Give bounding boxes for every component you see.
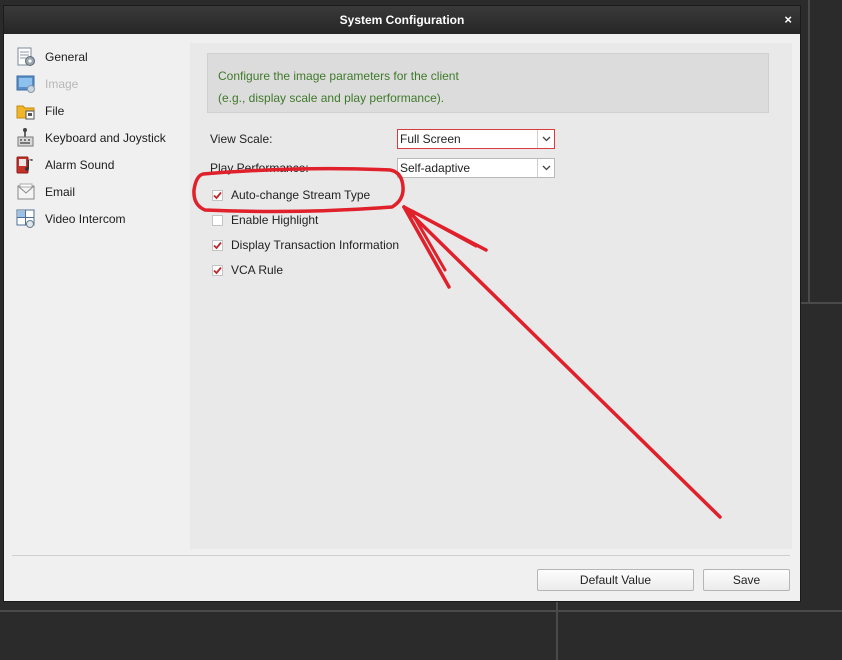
- footer-divider: [12, 555, 790, 556]
- vca-rule-checkbox[interactable]: VCA Rule: [212, 261, 283, 279]
- info-text-line: Configure the image parameters for the c…: [218, 69, 459, 83]
- view-scale-label: View Scale:: [210, 132, 273, 146]
- background-gridline: [801, 302, 842, 304]
- info-text-line: (e.g., display scale and play performanc…: [218, 91, 445, 105]
- background-gridline: [808, 0, 810, 302]
- image-settings-panel: Configure the image parameters for the c…: [190, 43, 792, 549]
- enable-highlight-checkbox[interactable]: Enable Highlight: [212, 211, 318, 229]
- auto-change-stream-type-checkbox[interactable]: Auto-change Stream Type: [212, 186, 370, 204]
- checkbox-label: Auto-change Stream Type: [231, 188, 371, 202]
- sidebar-item-video-intercom[interactable]: Video Intercom: [12, 205, 190, 232]
- sidebar-item-label: Alarm Sound: [45, 157, 115, 172]
- checkbox-label: Enable Highlight: [231, 213, 319, 227]
- info-box: Configure the image parameters for the c…: [207, 53, 769, 113]
- sidebar-item-label: File: [45, 103, 65, 118]
- sidebar-item-label: General: [45, 49, 88, 64]
- play-performance-label: Play Performance:: [210, 161, 309, 175]
- save-button[interactable]: Save: [703, 569, 790, 591]
- checkbox-checked[interactable]: [212, 264, 223, 276]
- sidebar-item-label: Email: [45, 184, 76, 199]
- display-transaction-information-checkbox[interactable]: Display Transaction Information: [212, 236, 399, 254]
- default-value-button[interactable]: Default Value: [537, 569, 694, 591]
- background-gridline: [0, 610, 842, 612]
- folder-icon: [16, 101, 36, 121]
- close-icon[interactable]: ×: [784, 12, 792, 27]
- general-settings-icon: [16, 47, 36, 67]
- keyboard-joystick-icon: [16, 127, 36, 148]
- dialog-titlebar[interactable]: System Configuration ×: [4, 6, 800, 34]
- play-performance-select[interactable]: Self-adaptive: [397, 158, 555, 178]
- system-configuration-dialog: System Configuration × General Image Fil…: [3, 5, 801, 602]
- video-intercom-icon: [16, 209, 36, 229]
- checkbox-unchecked[interactable]: [212, 214, 223, 226]
- sidebar-item-general[interactable]: General: [12, 43, 190, 70]
- checkbox-checked[interactable]: [212, 189, 223, 201]
- view-scale-select[interactable]: Full Screen: [397, 129, 555, 149]
- sidebar-item-email[interactable]: Email: [12, 178, 190, 205]
- checkbox-checked[interactable]: [212, 239, 223, 251]
- sidebar: General Image File Keyboard and Joystick…: [12, 43, 190, 549]
- image-icon: [16, 74, 36, 94]
- alarm-sound-icon: [16, 155, 36, 175]
- chevron-down-icon[interactable]: [537, 130, 554, 148]
- sidebar-item-label: Image: [45, 76, 79, 91]
- play-performance-value: Self-adaptive: [400, 161, 471, 175]
- sidebar-item-alarm-sound[interactable]: Alarm Sound: [12, 151, 190, 178]
- email-icon: [16, 182, 36, 202]
- sidebar-item-label: Video Intercom: [45, 211, 126, 226]
- dialog-title: System Configuration: [339, 13, 465, 27]
- checkbox-label: VCA Rule: [231, 263, 284, 277]
- chevron-down-icon[interactable]: [537, 159, 554, 177]
- sidebar-item-image[interactable]: Image: [12, 70, 190, 97]
- sidebar-item-label: Keyboard and Joystick: [45, 130, 166, 145]
- sidebar-item-keyboard-joystick[interactable]: Keyboard and Joystick: [12, 124, 190, 151]
- sidebar-item-file[interactable]: File: [12, 97, 190, 124]
- checkbox-label: Display Transaction Information: [231, 238, 400, 252]
- view-scale-value: Full Screen: [400, 132, 461, 146]
